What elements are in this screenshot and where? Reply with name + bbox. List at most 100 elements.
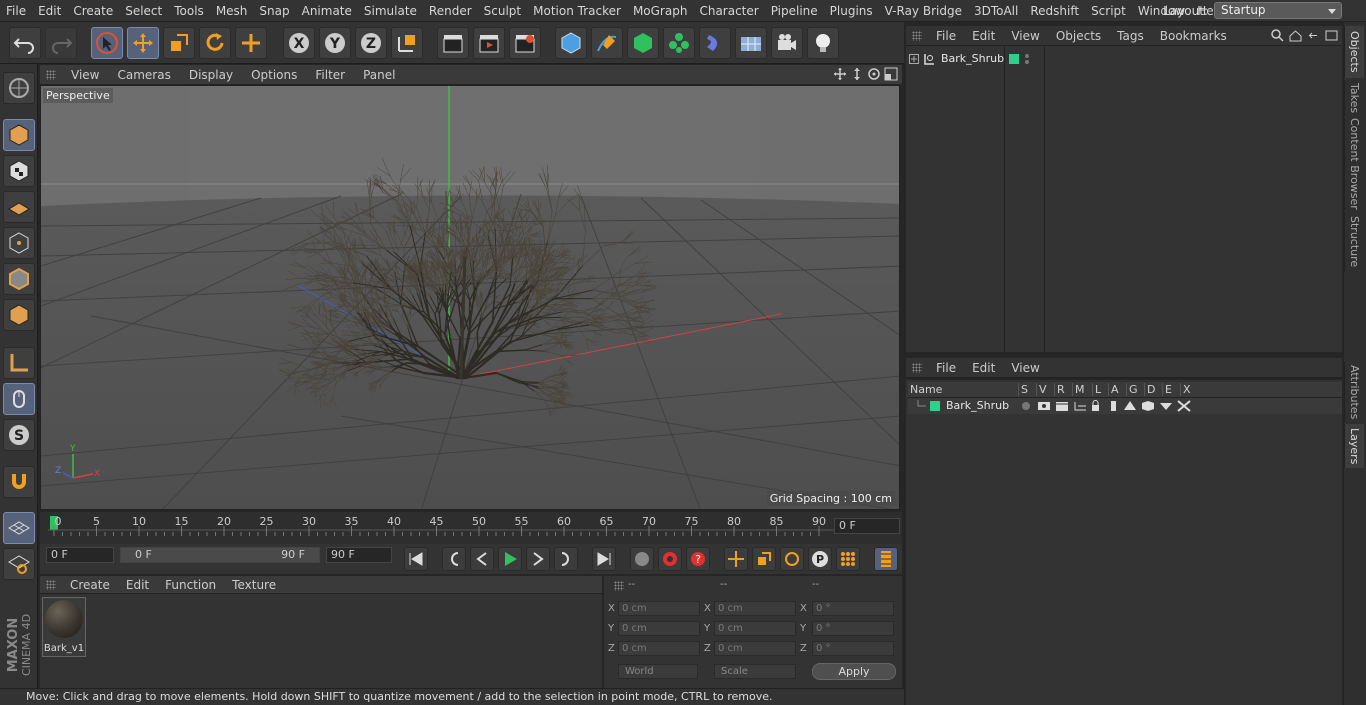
layer-menu-edit[interactable]: Edit (964, 361, 1003, 375)
viewport-menu-display[interactable]: Display (180, 68, 242, 82)
start-frame-field[interactable]: 0 F (46, 547, 114, 563)
workplane-mode-button[interactable] (3, 191, 35, 223)
tab-objects[interactable]: Objects (1344, 26, 1364, 78)
tab-takes[interactable]: Takes (1344, 80, 1364, 116)
transform-mode-dropdown[interactable]: Scale (714, 664, 796, 679)
object-menu-bookmarks[interactable]: Bookmarks (1152, 29, 1235, 43)
play-button[interactable] (498, 547, 522, 571)
layer-menu-file[interactable]: File (928, 361, 964, 375)
layer-menu-view[interactable]: View (1003, 361, 1047, 375)
rotation-z-field[interactable]: 0 ° (812, 641, 894, 656)
object-menu-tags[interactable]: Tags (1109, 29, 1152, 43)
viewport-menu-panel[interactable]: Panel (354, 68, 404, 82)
previous-key-button[interactable] (442, 547, 466, 571)
menu-plugins[interactable]: Plugins (824, 0, 879, 22)
menu-snap[interactable]: Snap (253, 0, 295, 22)
menu-create[interactable]: Create (67, 0, 119, 22)
orbit-icon[interactable] (867, 67, 881, 81)
timeline-ruler[interactable]: 0 5 10 15 20 25 30 35 40 45 50 55 60 65 70 75 80 85 90 0 F (40, 512, 902, 544)
3d-viewport[interactable]: Y X Z Perspective Grid Spacing : 100 cm (40, 85, 900, 510)
viewport-menu-cameras[interactable]: Cameras (108, 68, 179, 82)
menu-sculpt[interactable]: Sculpt (478, 0, 527, 22)
live-selection-button[interactable] (91, 27, 123, 59)
current-frame-field[interactable]: 0 F (834, 518, 900, 534)
record-keys-button[interactable] (630, 547, 654, 571)
transform-tool-button[interactable] (235, 27, 267, 59)
menu-redshift[interactable]: Redshift (1024, 0, 1085, 22)
size-x-field[interactable]: 0 cm (714, 601, 796, 616)
position-key-button[interactable] (724, 547, 748, 571)
column-animation[interactable]: A (1108, 383, 1119, 396)
menu-file[interactable]: File (0, 0, 32, 22)
camera-button[interactable] (771, 27, 803, 59)
menu-render[interactable]: Render (423, 0, 478, 22)
material-menu-create[interactable]: Create (62, 578, 118, 592)
menu-mograph[interactable]: MoGraph (627, 0, 694, 22)
rotate-tool-button[interactable] (199, 27, 231, 59)
go-to-start-button[interactable] (404, 547, 428, 571)
coordinate-system-button[interactable] (391, 27, 423, 59)
apply-button[interactable]: Apply (812, 663, 896, 680)
light-button[interactable] (807, 27, 839, 59)
workplane-settings-button[interactable] (3, 548, 35, 580)
edges-mode-button[interactable] (3, 263, 35, 295)
tweak-mode-button[interactable] (3, 383, 35, 415)
material-menu-texture[interactable]: Texture (224, 578, 284, 592)
menu-simulate[interactable]: Simulate (358, 0, 423, 22)
viewport-menu-filter[interactable]: Filter (306, 68, 354, 82)
material-menu-function[interactable]: Function (157, 578, 224, 592)
render-to-picture-viewer-button[interactable] (473, 27, 505, 59)
timeline-window-button[interactable] (874, 547, 898, 571)
column-name[interactable]: Name (910, 383, 942, 396)
pen-spline-button[interactable] (591, 27, 623, 59)
texture-mode-button[interactable] (3, 155, 35, 187)
viewport-menu-view[interactable]: View (62, 68, 108, 82)
size-y-field[interactable]: 0 cm (714, 621, 796, 636)
next-key-button[interactable] (554, 547, 578, 571)
tab-attributes[interactable]: Attributes (1344, 362, 1364, 422)
floor-button[interactable] (735, 27, 767, 59)
move-tool-button[interactable] (127, 27, 159, 59)
previous-frame-button[interactable] (470, 547, 494, 571)
tab-structure[interactable]: Structure (1344, 212, 1364, 272)
scale-key-button[interactable] (752, 547, 776, 571)
make-editable-button[interactable] (3, 72, 35, 104)
menu-v-ray-bridge[interactable]: V-Ray Bridge (879, 0, 968, 22)
render-view-button[interactable] (437, 27, 469, 59)
object-row[interactable]: Bark_Shrub (906, 51, 1342, 67)
workplane-lock-button[interactable] (3, 512, 35, 544)
menu-script[interactable]: Script (1085, 0, 1132, 22)
viewport-menu-options[interactable]: Options (242, 68, 306, 82)
object-menu-objects[interactable]: Objects (1048, 29, 1109, 43)
layout-dropdown[interactable]: Startup (1214, 2, 1342, 19)
menu-pipeline[interactable]: Pipeline (765, 0, 824, 22)
rotation-x-field[interactable]: 0 ° (812, 601, 894, 616)
cube-object-button[interactable] (555, 27, 587, 59)
snap-button[interactable] (3, 466, 35, 498)
column-render[interactable]: R (1054, 383, 1065, 396)
menu-edit[interactable]: Edit (32, 0, 67, 22)
redo-button[interactable] (45, 27, 77, 59)
position-y-field[interactable]: 0 cm (618, 621, 700, 636)
subdivision-surface-button[interactable] (627, 27, 659, 59)
object-name[interactable]: Bark_Shrub (941, 52, 1004, 65)
points-mode-button[interactable] (3, 227, 35, 259)
column-generators[interactable]: G (1126, 383, 1138, 396)
back-arrow-icon[interactable] (1307, 29, 1320, 42)
tab-layers[interactable]: Layers (1344, 424, 1364, 468)
maximize-view-icon[interactable] (884, 67, 898, 81)
object-menu-view[interactable]: View (1003, 29, 1047, 43)
parameter-key-button[interactable]: P (808, 547, 832, 571)
column-locked[interactable]: L (1092, 383, 1101, 396)
size-z-field[interactable]: 0 cm (714, 641, 796, 656)
column-solo[interactable]: S (1018, 383, 1028, 396)
model-mode-button[interactable] (3, 119, 35, 151)
end-frame-field[interactable]: 90 F (326, 547, 392, 563)
point-level-key-button[interactable] (836, 547, 860, 571)
keyframe-selection-button[interactable]: ? (686, 547, 710, 571)
column-xref[interactable]: X (1180, 383, 1191, 396)
column-view[interactable]: V (1036, 383, 1047, 396)
autokey-button[interactable] (658, 547, 682, 571)
layer-color-tag[interactable] (1009, 54, 1019, 64)
menu-select[interactable]: Select (119, 0, 168, 22)
